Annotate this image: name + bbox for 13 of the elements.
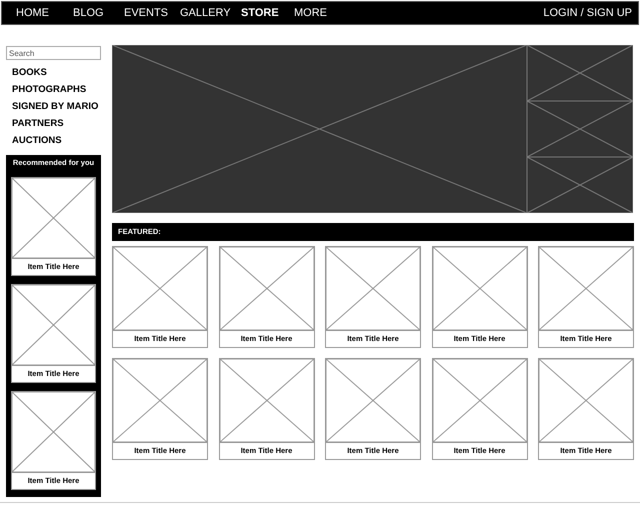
category-link[interactable]: BOOKS bbox=[6, 64, 101, 81]
nav-tab[interactable]: MORE bbox=[294, 7, 327, 19]
nav-tab[interactable]: BLOG bbox=[73, 7, 124, 19]
nav-tab[interactable]: GALLERY bbox=[180, 7, 241, 19]
category-link[interactable]: PHOTOGRAPHS bbox=[6, 81, 101, 98]
nav-tab[interactable]: HOME bbox=[16, 7, 73, 19]
search-field[interactable]: Search bbox=[6, 46, 101, 60]
category-link[interactable]: AUCTIONS bbox=[6, 132, 101, 149]
nav-tab[interactable]: EVENTS bbox=[124, 7, 180, 19]
nav-tab[interactable]: STORE bbox=[241, 7, 294, 19]
category-link[interactable]: SIGNED BY MARIO bbox=[6, 98, 101, 115]
login-link[interactable]: LOGIN / SIGN UP bbox=[543, 7, 632, 19]
category-link[interactable]: PARTNERS bbox=[6, 115, 101, 132]
